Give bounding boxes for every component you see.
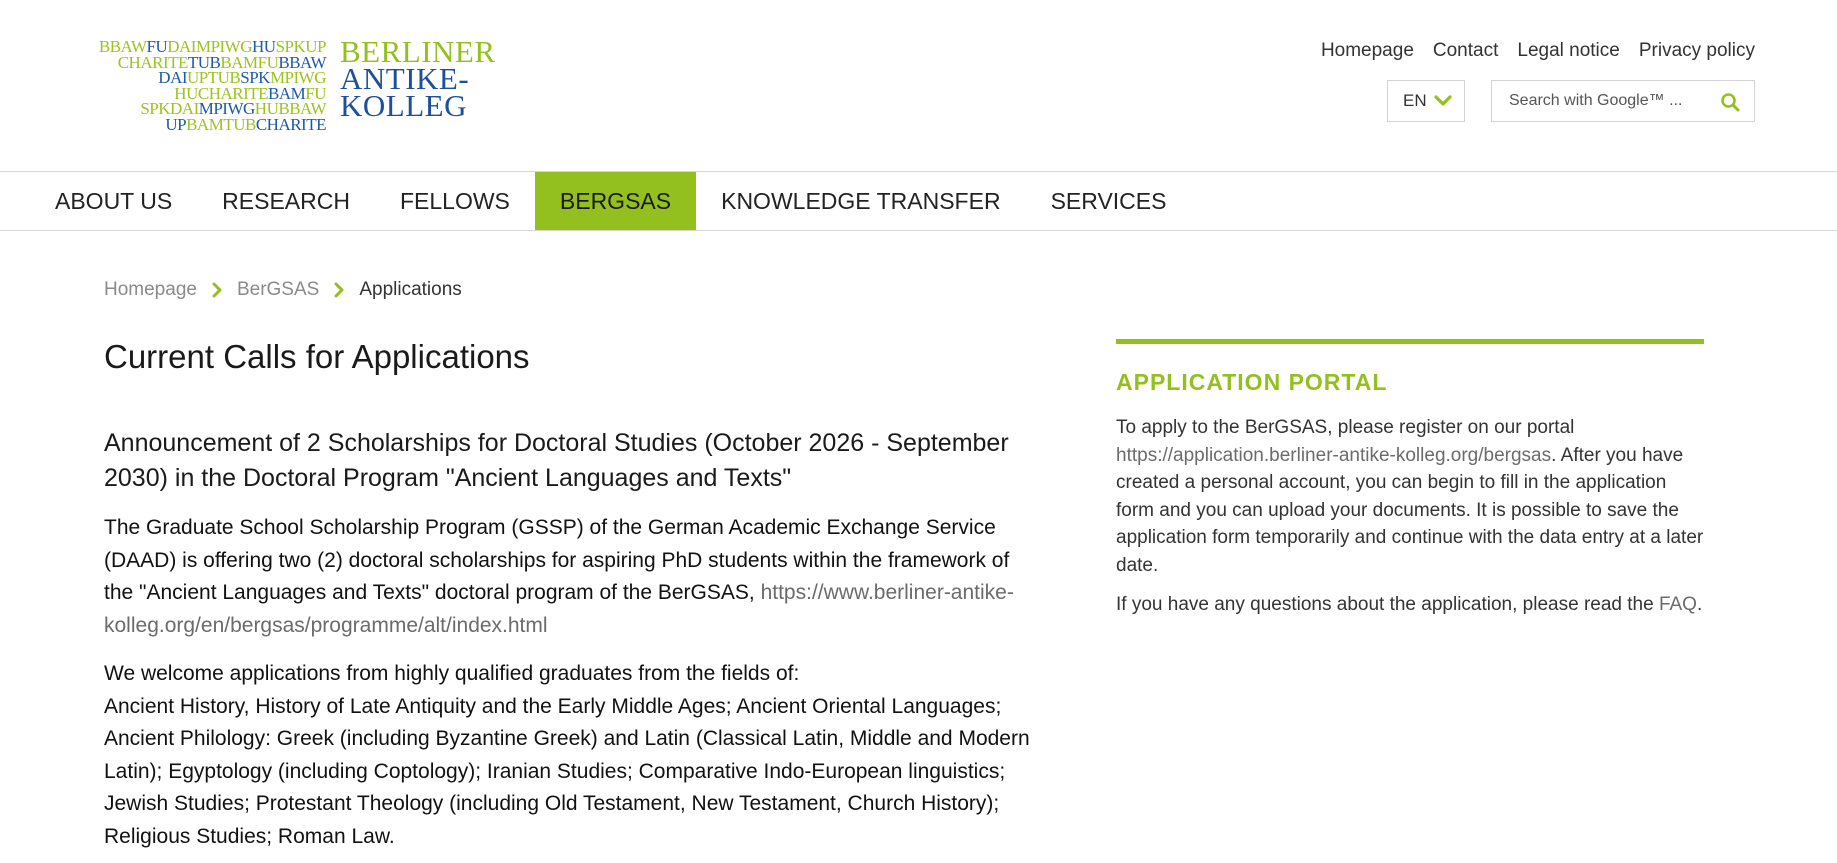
top-link-privacy-policy[interactable]: Privacy policy	[1639, 40, 1755, 62]
faq-link[interactable]: FAQ	[1659, 594, 1697, 615]
logo-wordmark-line: KOLLEG	[340, 88, 467, 123]
breadcrumb-homepage[interactable]: Homepage	[104, 279, 197, 301]
logo-mosaic-word: UP	[165, 114, 187, 134]
top-link-legal-notice[interactable]: Legal notice	[1517, 40, 1619, 62]
page-title: Current Calls for Applications	[104, 338, 530, 375]
logo-mosaic-word: BAM	[186, 114, 224, 134]
sidebar-title: APPLICATION PORTAL	[1116, 369, 1388, 395]
logo-mosaic-word: CHARITE	[255, 114, 327, 134]
chevron-right-icon	[211, 282, 223, 298]
application-portal-box: APPLICATION PORTAL To apply to the BerGS…	[1116, 339, 1704, 619]
logo-mosaic-word: TUB	[223, 114, 256, 134]
nav-item-services[interactable]: SERVICES	[1026, 172, 1192, 230]
eligible-fields-list: Ancient History, History of Late Antiqui…	[104, 694, 1030, 848]
main-content: Current Calls for Applications Announcem…	[104, 338, 1034, 853]
language-select[interactable]: EN	[1387, 80, 1465, 122]
eligible-fields: We welcome applications from highly qual…	[104, 658, 1034, 853]
search-icon[interactable]	[1720, 92, 1740, 112]
portal-link[interactable]: https://application.berliner-antike-koll…	[1116, 445, 1551, 466]
faq-note: If you have any questions about the appl…	[1116, 591, 1704, 619]
search-input[interactable]	[1507, 91, 1721, 111]
logo-mosaic-line: UPBAMTUBCHARITE	[165, 116, 326, 133]
portal-instructions: To apply to the BerGSAS, please register…	[1116, 414, 1704, 579]
breadcrumb-current: Applications	[359, 279, 462, 300]
faq-text-before: If you have any questions about the appl…	[1116, 594, 1659, 615]
logo-mosaic: BBAWFUDAIMPIWGHUSPKUP CHARITETUBBAMFUBBAW…	[52, 38, 328, 133]
call-title: Announcement of 2 Scholarships for Docto…	[104, 429, 1009, 492]
nav-item-bergsas[interactable]: BERGSAS	[534, 172, 697, 230]
breadcrumb: Homepage BerGSAS Applications	[104, 279, 462, 301]
top-link-contact[interactable]: Contact	[1433, 40, 1498, 62]
nav-item-about-us[interactable]: ABOUT US	[30, 172, 197, 230]
portal-text-before: To apply to the BerGSAS, please register…	[1116, 417, 1575, 438]
nav-item-research[interactable]: RESEARCH	[197, 172, 375, 230]
nav-item-knowledge-transfer[interactable]: KNOWLEDGE TRANSFER	[696, 172, 1025, 230]
logo-wordmark: BERLINER ANTIKE- KOLLEG	[340, 36, 496, 130]
top-link-homepage[interactable]: Homepage	[1321, 40, 1414, 62]
site-logo[interactable]: BBAWFUDAIMPIWGHUSPKUP CHARITETUBBAMFUBBAW…	[52, 36, 496, 133]
chevron-right-icon	[333, 282, 345, 298]
eligible-fields-intro: We welcome applications from highly qual…	[104, 662, 800, 685]
search-box	[1491, 80, 1755, 122]
language-selected: EN	[1403, 91, 1427, 110]
main-navigation: ABOUT US RESEARCH FELLOWS BERGSAS KNOWLE…	[0, 171, 1837, 231]
breadcrumb-bergsas[interactable]: BerGSAS	[237, 279, 319, 301]
chevron-down-icon	[1434, 95, 1452, 106]
faq-text-after: .	[1696, 594, 1703, 615]
sidebar-divider	[1116, 339, 1704, 344]
nav-item-fellows[interactable]: FELLOWS	[375, 172, 535, 230]
call-description: The Graduate School Scholarship Program …	[104, 512, 1034, 642]
site-header: BBAWFUDAIMPIWGHUSPKUP CHARITETUBBAMFUBBAW…	[0, 0, 1837, 172]
top-links: Homepage Contact Legal notice Privacy po…	[1321, 40, 1755, 62]
